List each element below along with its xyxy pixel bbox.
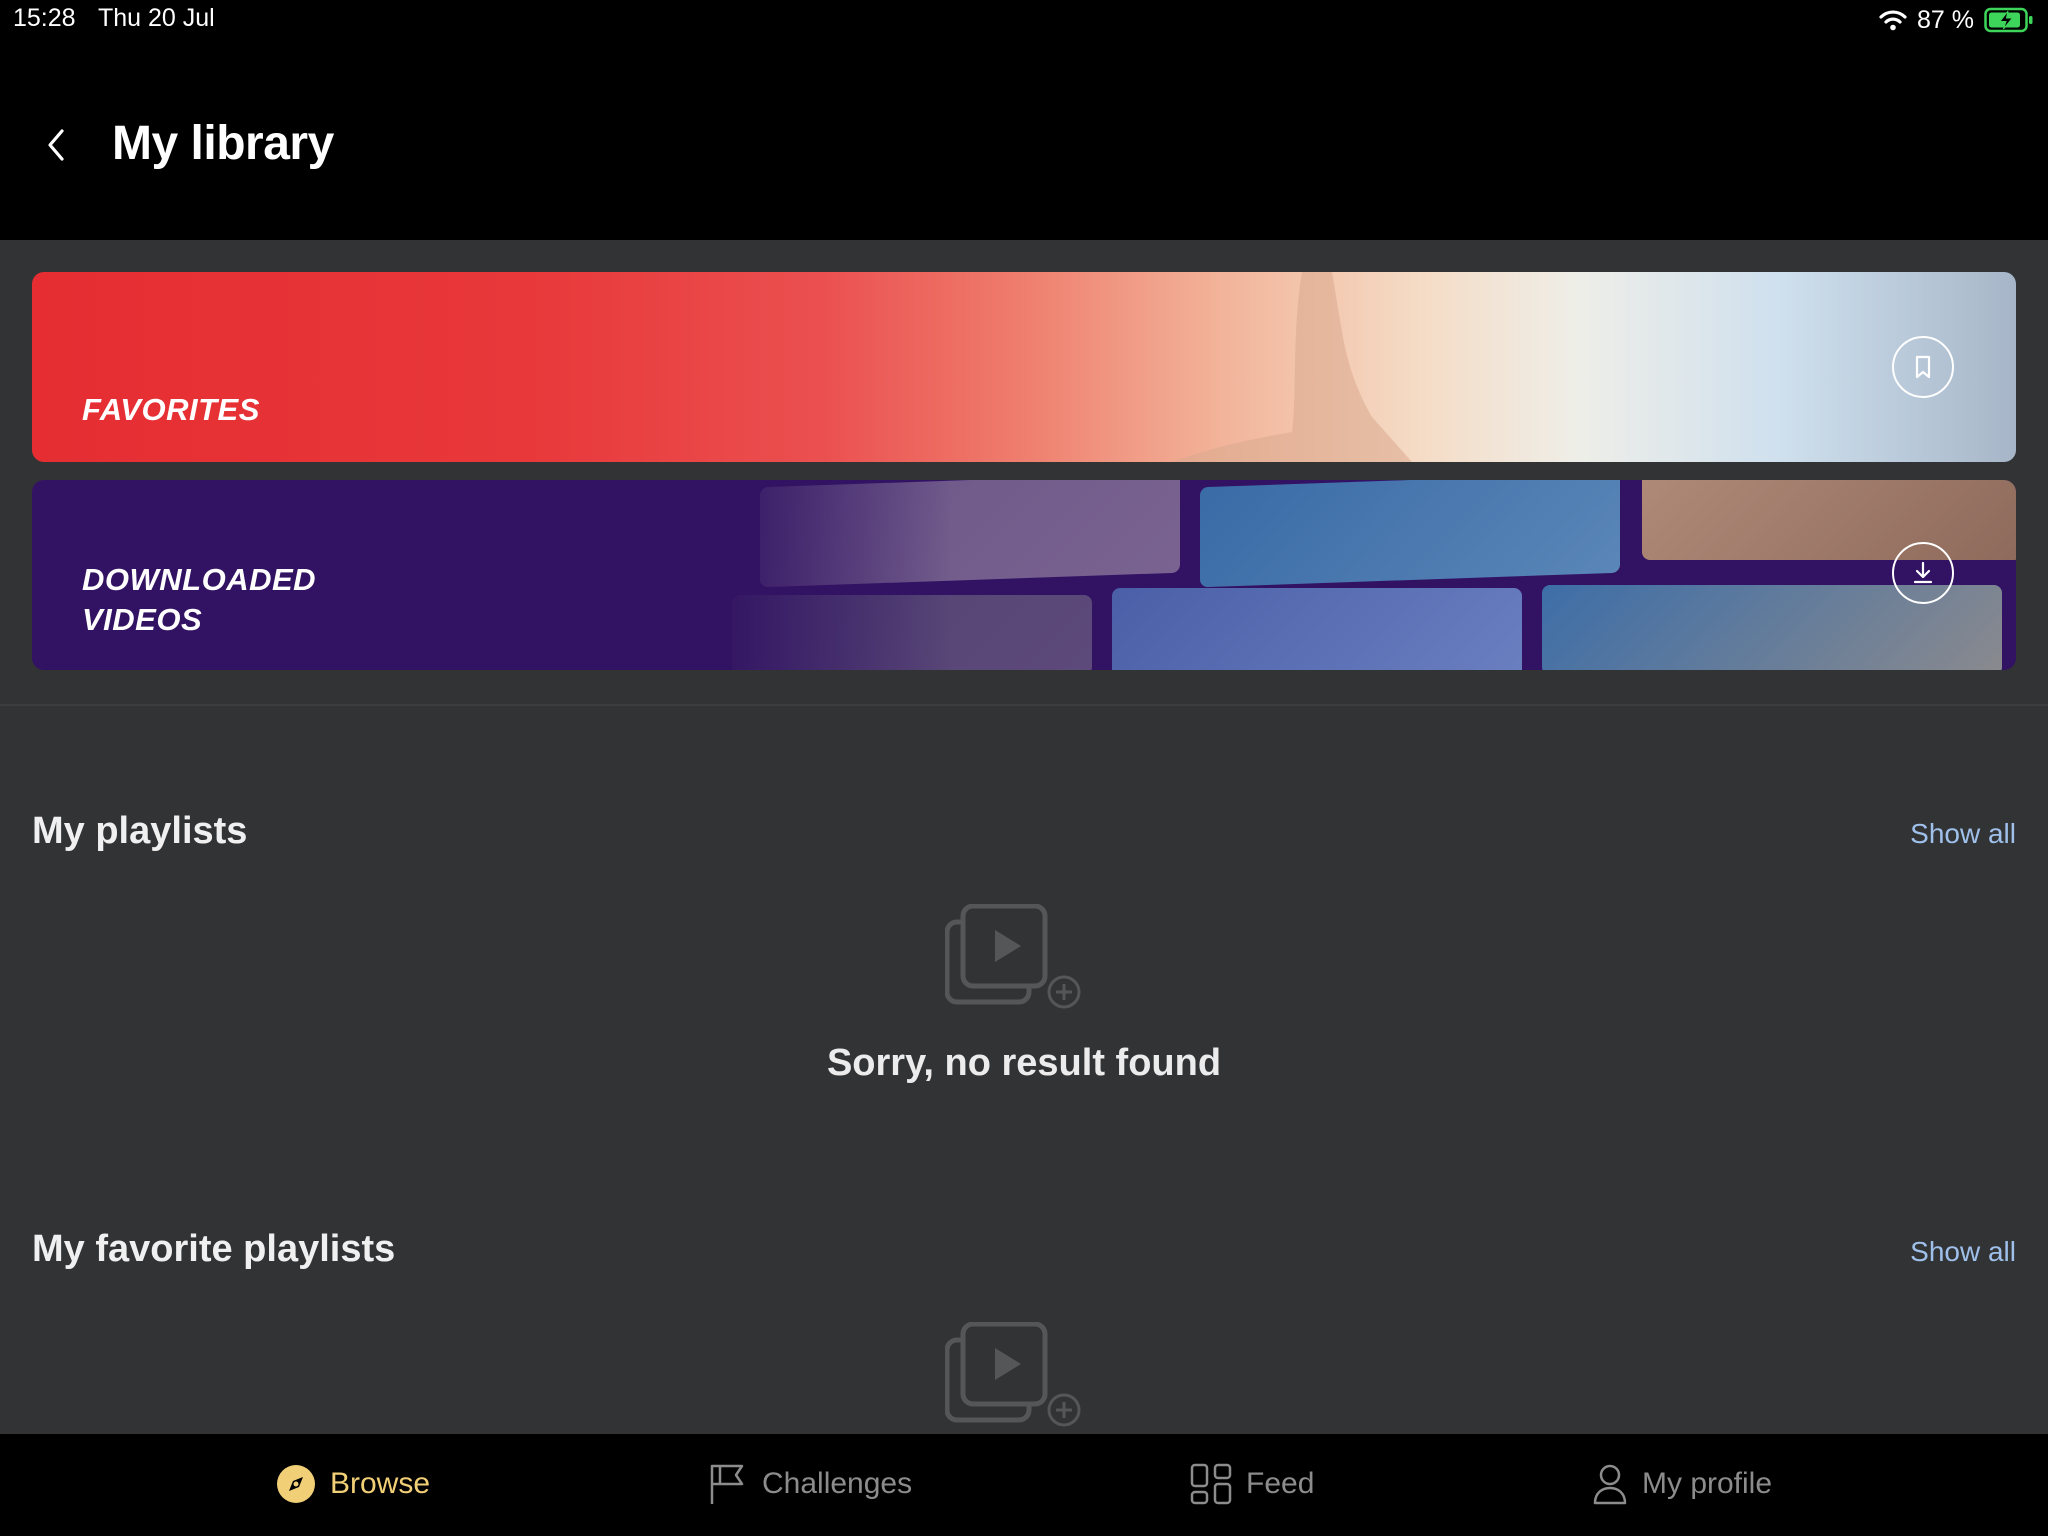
tab-feed-label: Feed xyxy=(1246,1467,1315,1500)
tab-my-profile[interactable]: My profile xyxy=(1592,1458,1772,1510)
status-bar: 15:28 Thu 20 Jul 87 % xyxy=(0,0,2048,40)
tab-browse-label: Browse xyxy=(330,1467,431,1500)
banner-fade xyxy=(712,480,952,670)
back-button[interactable] xyxy=(38,118,74,172)
battery-percent: 87 % xyxy=(1917,5,1974,34)
bookmark-icon xyxy=(1915,355,1931,379)
my-playlists-show-all-link[interactable]: Show all xyxy=(1910,818,2016,850)
bottom-tab-bar: Browse Challenges Feed My profile xyxy=(0,1434,2048,1536)
video-thumbnail xyxy=(1112,588,1522,670)
empty-state-text: Sorry, no result found xyxy=(826,1042,1222,1084)
downloaded-label-line2: VIDEOS xyxy=(82,602,203,637)
video-thumbnail xyxy=(1200,480,1620,588)
tab-browse[interactable]: Browse xyxy=(276,1458,430,1510)
status-right: 87 % xyxy=(1879,4,2034,36)
download-icon-button[interactable] xyxy=(1892,542,1954,604)
downloaded-label-line1: DOWNLOADED xyxy=(82,562,317,597)
downloaded-label: DOWNLOADED VIDEOS xyxy=(82,560,316,640)
playlist-add-icon xyxy=(945,1322,1081,1427)
page-title: My library xyxy=(112,117,334,170)
status-date: Thu 20 Jul xyxy=(98,4,215,32)
tab-challenges-label: Challenges xyxy=(762,1467,913,1500)
playlist-add-icon xyxy=(945,904,1081,1009)
favorite-playlists-title: My favorite playlists xyxy=(32,1228,396,1270)
wifi-icon xyxy=(1879,10,1907,31)
tab-challenges[interactable]: Challenges xyxy=(708,1458,912,1510)
chevron-left-icon xyxy=(48,129,64,161)
favorites-banner[interactable]: FAVORITES xyxy=(32,272,2016,462)
status-time: 15:28 xyxy=(13,4,76,32)
user-icon xyxy=(1593,1464,1627,1505)
tab-my-profile-label: My profile xyxy=(1642,1467,1773,1500)
video-thumbnail xyxy=(1642,480,2016,560)
flag-icon xyxy=(710,1464,744,1504)
tab-feed[interactable]: Feed xyxy=(1190,1458,1314,1510)
favorites-icon-button[interactable] xyxy=(1892,336,1954,398)
downloaded-videos-banner[interactable]: DOWNLOADED VIDEOS xyxy=(32,480,2016,670)
section-divider xyxy=(0,704,2048,706)
battery-charging-icon xyxy=(1984,7,2033,33)
grid-icon xyxy=(1190,1463,1232,1505)
my-playlists-title: My playlists xyxy=(32,810,248,852)
compass-icon xyxy=(277,1465,315,1503)
hand-illustration xyxy=(1172,272,1412,462)
favorite-playlists-show-all-link[interactable]: Show all xyxy=(1910,1236,2016,1268)
favorites-label: FAVORITES xyxy=(82,392,260,427)
download-icon xyxy=(1913,561,1933,584)
